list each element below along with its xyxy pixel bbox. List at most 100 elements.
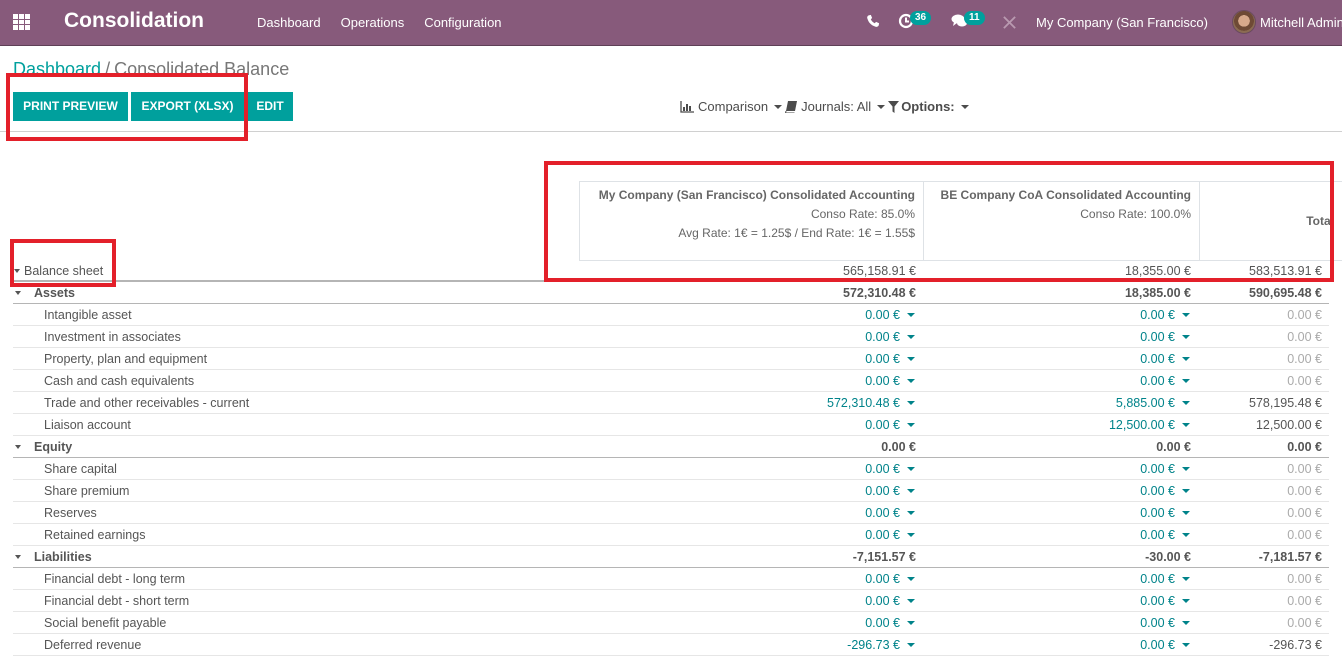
caret-down-icon[interactable] <box>907 489 915 493</box>
caret-down-icon[interactable] <box>1182 357 1190 361</box>
options-label: Options: <box>901 99 955 114</box>
debug-tools-icon[interactable] <box>1002 15 1017 30</box>
group-row[interactable]: Equity 0.00 € 0.00 € 0.00 € <box>13 436 1329 458</box>
caret-down-icon[interactable] <box>1182 379 1190 383</box>
conso-rate: Conso Rate: 85.0% <box>810 207 915 221</box>
value-total: 0.00 € <box>1287 594 1322 608</box>
value-be-company: 18,385.00 € <box>1124 286 1191 300</box>
caret-down-icon[interactable] <box>907 379 915 383</box>
value-be-company[interactable]: 5,885.00 € <box>1116 392 1175 414</box>
edit-button[interactable]: EDIT <box>247 92 293 121</box>
comparison-label: Comparison <box>698 99 769 114</box>
apps-menu-icon[interactable] <box>13 14 31 30</box>
value-my-company[interactable]: 0.00 € <box>865 348 900 370</box>
value-my-company[interactable]: 0.00 € <box>865 568 900 590</box>
value-my-company[interactable]: 572,310.48 € <box>827 392 900 414</box>
value-be-company[interactable]: 0.00 € <box>1140 304 1175 326</box>
caret-down-icon[interactable] <box>907 533 915 537</box>
value-my-company[interactable]: 0.00 € <box>865 326 900 348</box>
caret-down-icon[interactable] <box>907 599 915 603</box>
caret-down-icon[interactable] <box>907 621 915 625</box>
caret-down-icon[interactable] <box>907 357 915 361</box>
export-xlsx-button[interactable]: EXPORT (XLSX) <box>131 92 244 121</box>
menu-dashboard[interactable]: Dashboard <box>257 15 321 30</box>
value-my-company[interactable]: 0.00 € <box>865 480 900 502</box>
breadcrumb-dashboard[interactable]: Dashboard <box>13 59 101 79</box>
caret-down-icon[interactable] <box>907 467 915 471</box>
caret-down-icon[interactable] <box>1182 401 1190 405</box>
caret-down-icon[interactable] <box>15 291 21 295</box>
caret-down-icon[interactable] <box>1182 489 1190 493</box>
value-be-company[interactable]: 0.00 € <box>1140 326 1175 348</box>
value-my-company[interactable]: 0.00 € <box>865 524 900 546</box>
group-row[interactable]: Assets 572,310.48 € 18,385.00 € 590,695.48 … <box>13 282 1329 304</box>
value-be-company[interactable]: 0.00 € <box>1140 634 1175 656</box>
menu-operations[interactable]: Operations <box>341 15 405 30</box>
table-row: Share capital 0.00 € 0.00 € 0.00 € <box>13 458 1329 480</box>
caret-down-icon[interactable] <box>1182 313 1190 317</box>
caret-down-icon[interactable] <box>907 423 915 427</box>
menu-configuration[interactable]: Configuration <box>424 15 501 30</box>
column-title: Total <box>1306 214 1334 228</box>
caret-down-icon[interactable] <box>1182 467 1190 471</box>
phone-icon[interactable] <box>866 14 880 28</box>
caret-down-icon[interactable] <box>1182 621 1190 625</box>
row-label: Share capital <box>44 462 117 476</box>
section-row[interactable]: Balance sheet 565,158.91 € 18,355.00 € 583,… <box>13 260 1329 282</box>
value-my-company[interactable]: 0.00 € <box>865 370 900 392</box>
caret-down-icon[interactable] <box>1182 423 1190 427</box>
row-label: Property, plan and equipment <box>44 352 208 366</box>
user-menu[interactable]: Mitchell Admin <box>1260 15 1342 30</box>
value-total: 0.00 € <box>1287 308 1322 322</box>
value-my-company[interactable]: 0.00 € <box>865 304 900 326</box>
value-be-company[interactable]: 0.00 € <box>1140 458 1175 480</box>
caret-down-icon[interactable] <box>1182 533 1190 537</box>
value-my-company[interactable]: 0.00 € <box>865 612 900 634</box>
value-be-company[interactable]: 0.00 € <box>1140 348 1175 370</box>
value-be-company[interactable]: 0.00 € <box>1140 612 1175 634</box>
print-preview-button[interactable]: PRINT PREVIEW <box>13 92 128 121</box>
value-be-company[interactable]: 0.00 € <box>1140 480 1175 502</box>
user-avatar[interactable] <box>1232 10 1256 34</box>
caret-down-icon[interactable] <box>1182 335 1190 339</box>
value-be-company[interactable]: 0.00 € <box>1140 502 1175 524</box>
value-be-company[interactable]: 0.00 € <box>1140 590 1175 612</box>
caret-down-icon[interactable] <box>15 445 21 449</box>
table-row: Intangible asset 0.00 € 0.00 € 0.00 € <box>13 304 1329 326</box>
caret-down-icon[interactable] <box>907 401 915 405</box>
value-be-company[interactable]: 0.00 € <box>1140 568 1175 590</box>
comparison-dropdown[interactable]: Comparison <box>680 99 785 114</box>
value-my-company[interactable]: -296.73 € <box>847 634 900 656</box>
journals-dropdown[interactable]: Journals: All <box>785 99 888 114</box>
value-my-company[interactable]: 0.00 € <box>865 414 900 436</box>
row-label: Equity <box>34 440 73 454</box>
group-row[interactable]: Liabilities -7,151.57 € -30.00 € -7,181.57 … <box>13 546 1329 568</box>
caret-down-icon[interactable] <box>14 269 20 273</box>
table-row: Investment in associates 0.00 € 0.00 € 0.00… <box>13 326 1329 348</box>
value-be-company[interactable]: 0.00 € <box>1140 370 1175 392</box>
options-dropdown[interactable]: Options: <box>888 99 971 114</box>
value-total: 12,500.00 € <box>1255 418 1322 432</box>
caret-down-icon[interactable] <box>1182 511 1190 515</box>
breadcrumb-separator: / <box>105 59 111 79</box>
value-my-company[interactable]: 0.00 € <box>865 458 900 480</box>
bar-chart-icon <box>680 100 694 113</box>
caret-down-icon[interactable] <box>907 577 915 581</box>
caret-down-icon[interactable] <box>1182 599 1190 603</box>
caret-down-icon[interactable] <box>907 643 915 647</box>
caret-down-icon[interactable] <box>907 335 915 339</box>
value-be-company[interactable]: 12,500.00 € <box>1109 414 1175 436</box>
value-total: 0.00 € <box>1287 484 1322 498</box>
caret-down-icon[interactable] <box>1182 643 1190 647</box>
value-my-company[interactable]: 0.00 € <box>865 502 900 524</box>
value-my-company[interactable]: 0.00 € <box>865 590 900 612</box>
row-label: Trade and other receivables - current <box>44 396 250 410</box>
caret-down-icon[interactable] <box>907 313 915 317</box>
company-switcher[interactable]: My Company (San Francisco) <box>1036 15 1208 30</box>
caret-down-icon[interactable] <box>1182 577 1190 581</box>
caret-down-icon[interactable] <box>15 555 21 559</box>
row-label: Retained earnings <box>44 528 146 542</box>
value-total: -7,181.57 € <box>1258 550 1322 564</box>
value-be-company[interactable]: 0.00 € <box>1140 524 1175 546</box>
caret-down-icon[interactable] <box>907 511 915 515</box>
